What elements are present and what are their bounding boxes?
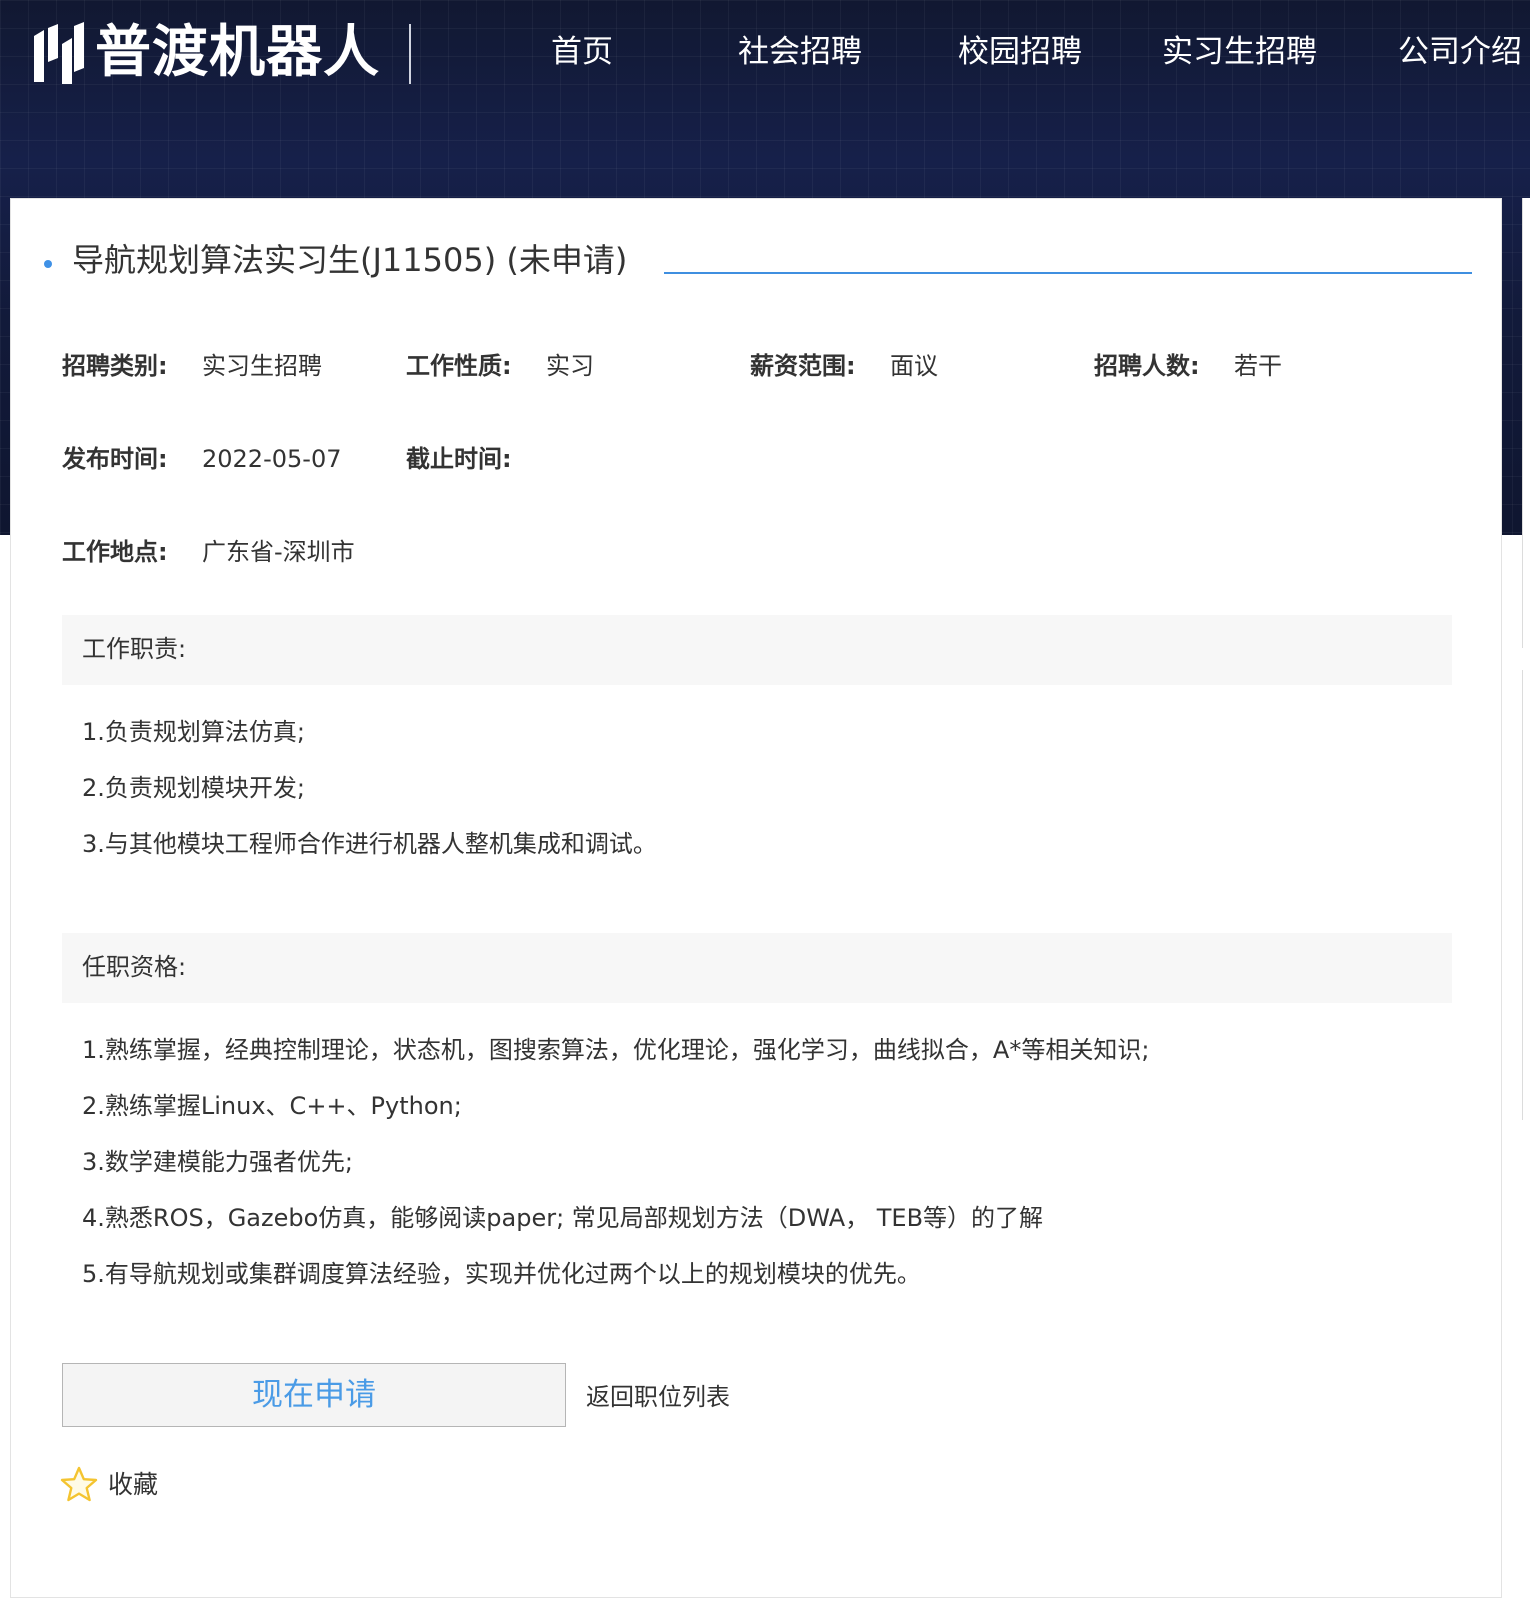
salary-label: 薪资范围: — [750, 352, 856, 380]
qualification-item: 2.熟练掌握Linux、C++、Python; — [82, 1092, 462, 1120]
qualifications-heading-bar: 任职资格: — [62, 933, 1452, 1003]
star-outline-icon — [60, 1466, 98, 1502]
nature-value: 实习 — [546, 352, 594, 380]
side-panel — [1522, 670, 1530, 1120]
salary-value: 面议 — [890, 352, 938, 380]
brand-name[interactable]: 普渡机器人 — [95, 20, 380, 86]
back-to-list-link[interactable]: 返回职位列表 — [586, 1381, 730, 1413]
qualification-item: 4.熟悉ROS，Gazebo仿真，能够阅读paper; 常见局部规划方法（DWA… — [82, 1204, 1044, 1232]
nav-item-campus-recruitment[interactable]: 校园招聘 — [958, 32, 1082, 72]
job-title: 导航规划算法实习生(J11505) (未申请) — [72, 241, 628, 279]
nav-item-social-recruitment[interactable]: 社会招聘 — [738, 32, 862, 72]
qualifications-heading: 任职资格: — [82, 953, 187, 981]
qualification-item: 1.熟练掌握，经典控制理论，状态机，图搜索算法，优化理论，强化学习，曲线拟合，A… — [82, 1036, 1150, 1064]
nature-label: 工作性质: — [406, 352, 512, 380]
category-value: 实习生招聘 — [202, 352, 322, 380]
nav-item-intern-recruitment[interactable]: 实习生招聘 — [1162, 32, 1317, 72]
publish-date-label: 发布时间: — [62, 445, 168, 473]
duty-item: 3.与其他模块工程师合作进行机器人整机集成和调试。 — [82, 830, 657, 858]
logo-divider — [409, 24, 411, 84]
publish-date-value: 2022-05-07 — [202, 445, 342, 473]
location-value: 广东省-深圳市 — [202, 538, 355, 566]
nav-item-company-intro[interactable]: 公司介绍 — [1398, 32, 1522, 72]
duties-heading: 工作职责: — [82, 635, 187, 663]
headcount-label: 招聘人数: — [1094, 352, 1200, 380]
headcount-value: 若干 — [1234, 352, 1282, 380]
top-header: 普渡机器人 首页 社会招聘 校园招聘 实习生招聘 公司介绍 — [0, 0, 1530, 110]
qualification-item: 5.有导航规划或集群调度算法经验，实现并优化过两个以上的规划模块的优先。 — [82, 1260, 921, 1288]
qualification-item: 3.数学建模能力强者优先; — [82, 1148, 353, 1176]
deadline-label: 截止时间: — [406, 445, 512, 473]
duty-item: 1.负责规划算法仿真; — [82, 718, 305, 746]
apply-now-button[interactable]: 现在申请 — [62, 1363, 566, 1427]
brand-logo-icon[interactable] — [30, 22, 88, 86]
title-bullet — [44, 260, 52, 268]
duties-heading-bar: 工作职责: — [62, 615, 1452, 685]
category-label: 招聘类别: — [62, 352, 168, 380]
duty-item: 2.负责规划模块开发; — [82, 774, 305, 802]
favorite-label: 收藏 — [108, 1470, 159, 1499]
title-underline — [664, 272, 1472, 274]
side-panel — [1522, 198, 1530, 648]
nav-item-home[interactable]: 首页 — [551, 32, 613, 72]
location-label: 工作地点: — [62, 538, 168, 566]
